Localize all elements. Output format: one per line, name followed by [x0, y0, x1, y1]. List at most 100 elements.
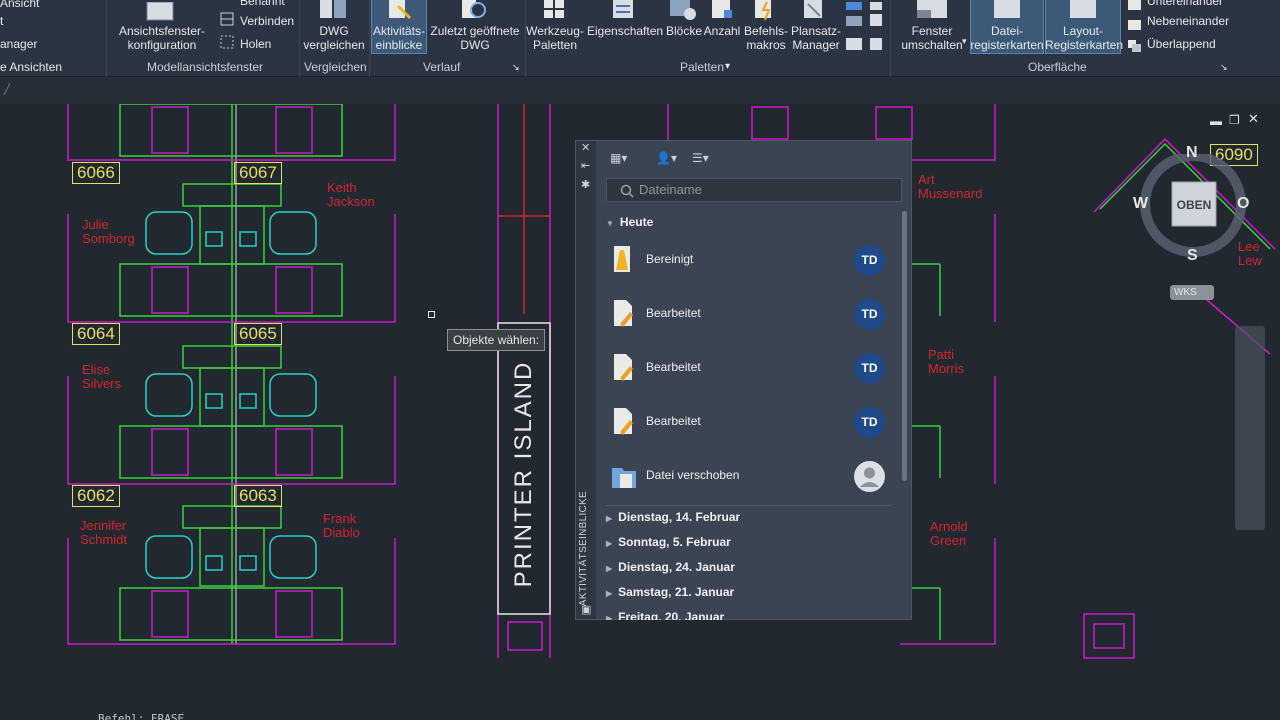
user-filter-icon[interactable]: 👤▾	[656, 151, 677, 165]
ribbon-left-item-4[interactable]: e Ansichten	[0, 60, 62, 74]
viewcube-east-label[interactable]: O	[1237, 196, 1249, 212]
group-label-compare: Vergleichen	[304, 60, 367, 74]
user-avatar: TD	[854, 299, 885, 330]
day-section[interactable]: ▶ Freitag, 20. Januar	[606, 610, 891, 620]
tile-vertical-button[interactable]: Nebeneinander	[1147, 14, 1229, 28]
command-line[interactable]: Befehl: ERASE	[98, 712, 184, 720]
occupant-name: Frank Diablo	[323, 511, 360, 540]
activity-label: Bearbeitet	[646, 306, 701, 320]
occupant-name: Julie Somborg	[82, 217, 135, 246]
printer-island-label: PRINTER ISLAND	[510, 360, 537, 588]
sheetset-manager-button[interactable]: Plansatz- Manager	[790, 24, 842, 52]
minimize-viewport-icon[interactable]: ▬	[1210, 114, 1222, 128]
activity-item[interactable]: Bearbeitet TD	[606, 398, 896, 450]
folder-move-icon	[612, 468, 636, 488]
viewcube-north-label[interactable]: N	[1186, 145, 1198, 161]
action-macros-button[interactable]: Befehls- makros	[742, 24, 790, 52]
day-label: Dienstag, 14. Februar	[618, 510, 741, 524]
group-label-history: Verlauf	[423, 60, 461, 74]
activity-item[interactable]: Datei verschoben	[606, 452, 896, 504]
ribbon-left-item-2[interactable]: t	[0, 14, 3, 28]
list-options-icon[interactable]: ☰▾	[692, 151, 709, 165]
viewcube-south-label[interactable]: S	[1187, 248, 1198, 264]
ui-launcher-icon[interactable]: ↘	[1220, 60, 1228, 74]
day-section[interactable]: ▶ Samstag, 21. Januar	[606, 585, 891, 599]
properties-button[interactable]: Eigenschaften	[587, 24, 663, 38]
today-section-header[interactable]: ▼ Heute	[606, 215, 653, 229]
activity-item[interactable]: Bearbeitet TD	[606, 290, 896, 342]
viewcube-top-label[interactable]: OBEN	[1172, 198, 1216, 212]
day-section[interactable]: ▶ Dienstag, 14. Februar	[606, 510, 891, 524]
recent-dwg-button[interactable]: Zuletzt geöffnete DWG	[428, 24, 522, 52]
close-viewport-icon[interactable]: ✕	[1248, 112, 1259, 126]
room-tag: 6063	[234, 485, 282, 507]
activity-label: Bearbeitet	[646, 360, 701, 374]
blocks-icon	[670, 0, 696, 20]
restore-viewports-button[interactable]: Holen	[240, 37, 271, 51]
restore-viewport-icon[interactable]: ❐	[1229, 113, 1240, 127]
activity-insights-label: Aktivitäts- einblicke	[372, 24, 425, 52]
navigation-bar[interactable]	[1235, 326, 1265, 530]
day-label: Sonntag, 5. Februar	[618, 535, 731, 549]
purge-icon	[614, 246, 630, 272]
occupant-name: Art Mussenard	[918, 172, 983, 201]
room-tag: 6062	[72, 485, 120, 507]
autohide-icon[interactable]: ⇤	[581, 159, 590, 172]
ribbon-left-item-1[interactable]: Ansicht	[0, 0, 39, 10]
tile-horizontal-button[interactable]: Untereinander	[1147, 0, 1223, 8]
day-label: Samstag, 21. Januar	[618, 585, 735, 599]
tool-palettes-button[interactable]: Werkzeug- Paletten	[526, 24, 584, 52]
ribbon: Ansicht t anager e Ansichten Ansichtsfen…	[0, 0, 1280, 77]
switch-windows-dropdown-icon[interactable]: ▾	[962, 34, 967, 48]
recent-dwg-icon	[462, 0, 486, 18]
count-button[interactable]: Anzahl	[703, 24, 741, 38]
layout-tabs-icon	[1070, 0, 1096, 18]
palette-settings-icon[interactable]: ✱	[581, 178, 590, 191]
join-viewports-button[interactable]: Verbinden	[240, 14, 294, 28]
collapse-icon[interactable]	[0, 77, 20, 104]
file-tabs-icon	[994, 0, 1020, 18]
today-label: Heute	[619, 215, 654, 229]
small-palette-icons[interactable]	[844, 0, 888, 54]
blocks-button[interactable]: Blöcke	[664, 24, 704, 38]
switch-windows-button[interactable]: Fenster umschalten	[895, 24, 969, 52]
close-palette-icon[interactable]: ✕	[581, 141, 590, 154]
occupant-name: Keith Jackson	[327, 180, 375, 209]
occupant-name: Arnold Green	[930, 519, 968, 548]
viewcube[interactable]	[1120, 154, 1270, 304]
viewport-config-icon	[146, 2, 174, 21]
room-tag: 6065	[234, 323, 282, 345]
activity-label: Bereinigt	[646, 252, 694, 266]
history-launcher-icon[interactable]: ↘	[512, 60, 520, 74]
day-label: Freitag, 20. Januar	[618, 610, 725, 620]
ribbon-separator	[890, 0, 891, 77]
named-viewports-button[interactable]: Benannt	[240, 0, 285, 8]
wcs-menu[interactable]: WKS	[1170, 285, 1214, 300]
day-section[interactable]: ▶ Dienstag, 24. Januar	[606, 560, 891, 574]
count-icon	[712, 0, 732, 18]
palette-footer-icon[interactable]: ▣	[581, 603, 591, 616]
tool-palettes-icon	[544, 0, 564, 18]
day-section[interactable]: ▶ Sonntag, 5. Februar	[606, 535, 891, 549]
edit-icon	[614, 354, 633, 381]
activity-item[interactable]: Bereinigt TD	[606, 236, 896, 288]
window-arrange-icons	[1128, 0, 1141, 52]
activity-item[interactable]: Bearbeitet TD	[606, 344, 896, 396]
activity-label: Bearbeitet	[646, 414, 701, 428]
palette-scrollbar[interactable]	[902, 211, 907, 481]
viewcube-west-label[interactable]: W	[1133, 196, 1148, 212]
cascade-button[interactable]: Überlappend	[1147, 37, 1216, 51]
filename-search-input[interactable]: Dateiname	[606, 178, 902, 202]
dwg-compare-button[interactable]: DWG vergleichen	[300, 24, 368, 52]
ribbon-separator	[106, 0, 107, 77]
palette-title-vertical: AKTIVITÄTSEINBLICKE	[578, 491, 589, 607]
search-icon	[620, 184, 634, 198]
properties-icon	[613, 0, 633, 18]
ribbon-left-item-3[interactable]: anager	[0, 37, 37, 51]
sheetset-icon	[804, 0, 822, 18]
palettes-dropdown-icon[interactable]: ▾	[725, 60, 730, 74]
ribbon-separator	[369, 0, 370, 77]
occupant-name: Elise Silvers	[82, 362, 122, 391]
grid-filter-icon[interactable]: ▦▾	[610, 151, 627, 165]
viewport-config-button[interactable]: Ansichtsfenster- konfiguration	[112, 24, 212, 52]
